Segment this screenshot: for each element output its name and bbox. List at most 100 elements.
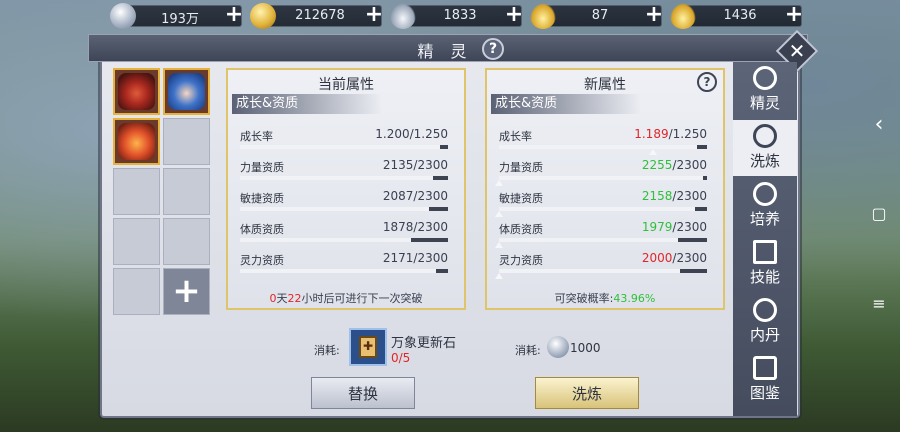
attr-value: 1878/2300: [382, 220, 448, 234]
attr-value: 2255/2300: [641, 158, 707, 172]
currency-value: 1436: [723, 8, 757, 23]
close-icon: ✕: [788, 39, 806, 63]
gold-ingot-stack-icon: [670, 3, 696, 29]
currency-value: 193万: [161, 12, 199, 27]
panel-title: 精 灵: [417, 42, 473, 61]
attr-value: 2087/2300: [382, 189, 448, 203]
marker-icon: [495, 273, 503, 279]
add-gold-ingot-stack-button[interactable]: +: [782, 4, 806, 28]
currency-silver-ingot: 1833 +: [390, 3, 530, 29]
attr-row: 力量资质 2135/2300: [240, 153, 458, 183]
pet-slot-3[interactable]: [113, 118, 160, 165]
cost-label: 消耗:: [515, 344, 541, 357]
item-count: 0/5: [391, 351, 411, 365]
currency-silver: 193万 +: [110, 3, 250, 29]
currency-value: 1833: [443, 8, 477, 23]
new-attr-help-button[interactable]: ?: [697, 72, 717, 92]
silver-cost: 1000: [570, 341, 601, 355]
attr-value: 1979/2300: [641, 220, 707, 234]
tab-inner-core[interactable]: 内丹: [733, 294, 797, 350]
attr-bar: [499, 238, 707, 242]
empty-slot[interactable]: [163, 168, 210, 215]
attr-value: 2171/2300: [382, 251, 448, 265]
currency-gold: 212678 +: [250, 3, 390, 29]
add-silver-ingot-button[interactable]: +: [502, 4, 526, 28]
breakthrough-chance: 可突破概率:43.96%: [554, 292, 656, 305]
silver-coin-icon: [547, 336, 569, 358]
new-attributes-card: 新属性 ? 成长&资质 成长率 1.189/1.250 力量资质 2255/23…: [485, 68, 725, 310]
attr-bar: [499, 145, 707, 149]
spirit-icon: [753, 66, 777, 90]
gold-coin-icon: [250, 3, 276, 29]
attr-label: 体质资质: [240, 223, 284, 236]
cost-label: 消耗:: [314, 344, 340, 357]
attr-row: 敏捷资质 2087/2300: [240, 184, 458, 214]
swap-button[interactable]: 替换: [311, 377, 415, 409]
tab-handbook[interactable]: 图鉴: [733, 352, 797, 408]
handbook-icon: [753, 356, 777, 380]
attr-row: 灵力资质 2000/2300: [495, 246, 717, 279]
add-silver-button[interactable]: +: [222, 4, 246, 28]
attr-row: 成长率 1.189/1.250: [499, 122, 717, 155]
pet-avatar: [118, 123, 155, 160]
attr-value: 1.189/1.250: [634, 127, 707, 141]
attr-row: 力量资质 2255/2300: [495, 153, 717, 186]
help-button[interactable]: ?: [482, 38, 504, 60]
attr-bar: [499, 207, 707, 211]
empty-slot[interactable]: [113, 218, 160, 265]
attr-value: 1.200/1.250: [375, 127, 448, 141]
attr-label: 灵力资质: [240, 254, 284, 267]
attr-label: 敏捷资质: [240, 192, 284, 205]
back-icon[interactable]: ‹: [858, 112, 900, 137]
inner-core-icon: [753, 298, 777, 322]
attr-row: 体质资质 1878/2300: [240, 215, 458, 245]
gold-ingot-icon: [530, 3, 556, 29]
tab-skill[interactable]: 技能: [733, 236, 797, 292]
pet-slot-1[interactable]: [113, 68, 160, 115]
empty-slot[interactable]: [113, 268, 160, 315]
attr-row: 灵力资质 2171/2300: [240, 246, 458, 276]
attr-bar: [240, 238, 448, 242]
tab-refine[interactable]: 洗炼: [733, 120, 797, 176]
silver-ingot-icon: [390, 3, 416, 29]
silver-coin-icon: [110, 3, 136, 29]
empty-slot[interactable]: [163, 218, 210, 265]
section-header: 成长&资质: [491, 94, 641, 114]
refine-button[interactable]: 洗炼: [535, 377, 639, 409]
tab-train[interactable]: 培养: [733, 178, 797, 234]
attr-bar: [240, 207, 448, 211]
tab-spirit[interactable]: 精灵: [733, 62, 797, 118]
empty-slot[interactable]: [113, 168, 160, 215]
android-nav: ‹ ▢ ≡: [858, 0, 900, 432]
attr-bar: [240, 145, 448, 149]
add-gold-button[interactable]: +: [362, 4, 386, 28]
currency-value: 87: [591, 8, 609, 23]
attr-label: 灵力资质: [499, 254, 543, 267]
pet-avatar: [118, 73, 155, 110]
attr-value: 2000/2300: [641, 251, 707, 265]
section-header: 成长&资质: [232, 94, 382, 114]
card-title: 当前属性: [318, 77, 374, 93]
attr-row: 敏捷资质 2158/2300: [495, 184, 717, 217]
attr-label: 体质资质: [499, 223, 543, 236]
attr-value: 2135/2300: [382, 158, 448, 172]
menu-icon[interactable]: ≡: [858, 294, 900, 313]
attr-label: 成长率: [240, 130, 273, 143]
currency-gold-ingot: 87 +: [530, 3, 670, 29]
attr-bar: [499, 269, 707, 273]
add-pet-slot-button[interactable]: +: [163, 268, 210, 315]
renewal-stone-icon: [359, 336, 377, 358]
home-icon[interactable]: ▢: [858, 204, 900, 223]
refine-icon: [753, 124, 777, 148]
add-gold-ingot-button[interactable]: +: [642, 4, 666, 28]
attr-bar: [240, 269, 448, 273]
attr-row: 成长率 1.200/1.250: [240, 122, 458, 152]
attr-value: 2158/2300: [641, 189, 707, 203]
card-title: 新属性: [584, 77, 626, 93]
currency-value: 212678: [295, 8, 345, 23]
current-attributes-card: 当前属性 成长&资质 成长率 1.200/1.250 力量资质 2135/230…: [226, 68, 466, 310]
renewal-stone-item[interactable]: [349, 328, 387, 366]
empty-slot[interactable]: [163, 118, 210, 165]
pet-slot-2[interactable]: [163, 68, 210, 115]
attr-row: 体质资质 1979/2300: [495, 215, 717, 248]
